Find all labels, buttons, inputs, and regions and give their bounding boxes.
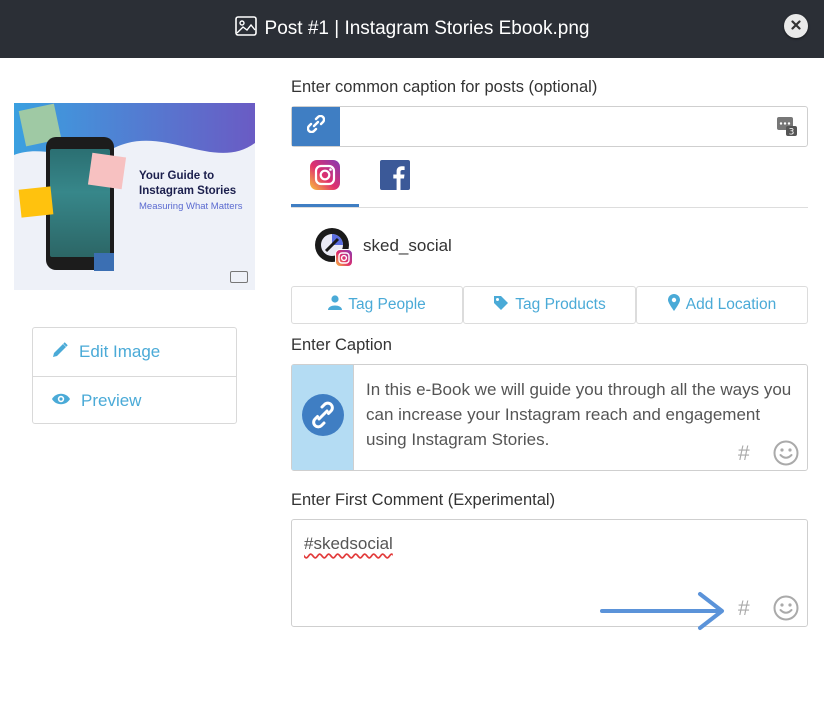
image-icon: [234, 16, 257, 42]
link-circle-icon: [301, 394, 344, 441]
link-button[interactable]: [292, 107, 340, 146]
tag-people-button[interactable]: Tag People: [291, 286, 463, 324]
location-pin-icon: [667, 294, 680, 316]
counter-value: 3: [789, 128, 795, 137]
edit-image-label: Edit Image: [79, 342, 161, 361]
tag-products-label: Tag Products: [515, 296, 606, 313]
tabs-divider: [291, 207, 808, 208]
thumbnail-subtitle: Measuring What Matters: [139, 201, 243, 212]
link-icon: [306, 114, 326, 138]
tag-icon: [493, 295, 509, 316]
hashtag-icon[interactable]: #: [738, 442, 750, 466]
first-comment-label: Enter First Comment (Experimental): [291, 491, 556, 509]
caption-counter: 3: [777, 116, 797, 141]
tab-facebook[interactable]: [361, 156, 429, 207]
caption-field[interactable]: In this e-Book we will guide you through…: [291, 364, 808, 471]
tag-products-button[interactable]: Tag Products: [463, 286, 636, 324]
add-location-button[interactable]: Add Location: [636, 286, 808, 324]
account-username: sked_social: [363, 236, 452, 255]
account-row: sked_social: [315, 228, 452, 267]
tag-people-label: Tag People: [348, 296, 426, 313]
close-icon: [791, 17, 801, 35]
emoji-icon[interactable]: [773, 595, 799, 626]
caption-text: In this e-Book we will guide you through…: [366, 380, 792, 449]
emoji-icon[interactable]: [773, 440, 799, 471]
eye-icon: [51, 391, 71, 411]
person-icon: [328, 295, 343, 315]
first-comment-text: #skedsocial: [304, 534, 393, 553]
window-title: Post #1 | Instagram Stories Ebook.png: [264, 18, 590, 39]
common-caption-label: Enter common caption for posts (optional…: [291, 78, 598, 96]
instagram-icon: [310, 160, 340, 204]
preview-button[interactable]: Preview: [33, 376, 236, 424]
close-button[interactable]: [784, 14, 808, 38]
instagram-badge-icon: [335, 249, 353, 272]
facebook-icon: [380, 160, 410, 207]
add-location-label: Add Location: [685, 296, 777, 313]
caption-link-panel[interactable]: [292, 365, 354, 470]
avatar: [315, 228, 353, 267]
tab-instagram[interactable]: [291, 156, 359, 207]
common-caption-input[interactable]: 3: [291, 106, 808, 147]
image-actions: Edit Image Preview: [32, 327, 237, 424]
pencil-icon: [51, 341, 69, 364]
first-comment-field[interactable]: #skedsocial #: [291, 519, 808, 627]
preview-label: Preview: [81, 390, 142, 410]
hashtag-icon[interactable]: #: [738, 597, 750, 621]
post-image-thumbnail: Your Guide to Instagram Stories Measurin…: [14, 103, 255, 290]
thumbnail-title: Your Guide to Instagram Stories: [139, 170, 237, 197]
window-titlebar: Post #1 | Instagram Stories Ebook.png: [0, 0, 824, 58]
caption-label: Enter Caption: [291, 336, 392, 354]
annotation-arrow-icon: [600, 592, 724, 630]
edit-image-button[interactable]: Edit Image: [33, 328, 236, 376]
